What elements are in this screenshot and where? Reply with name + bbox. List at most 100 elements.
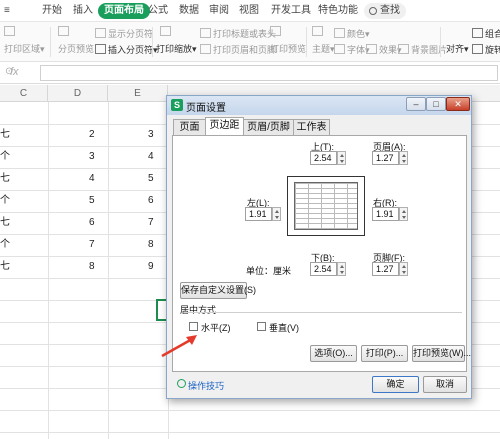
toolbar-separator — [50, 27, 51, 57]
print-preview-icon-button[interactable] — [270, 26, 283, 38]
top-margin-spinner[interactable] — [337, 151, 346, 165]
minimize-button[interactable]: – — [406, 97, 426, 111]
left-margin-spinner[interactable] — [272, 207, 281, 221]
bottom-margin-input[interactable]: 2.54 — [310, 262, 337, 276]
cell-c-4[interactable]: 七 — [0, 173, 10, 185]
ok-button[interactable]: 确定 — [372, 376, 419, 393]
cell-e-3[interactable]: 4 — [148, 151, 154, 163]
print-zoom-icon-button[interactable] — [160, 26, 173, 38]
rotate-icon — [472, 44, 483, 54]
theme-icon — [312, 26, 323, 36]
horizontal-center-label: 水平(Z) — [201, 323, 231, 333]
header-margin-input[interactable]: 1.27 — [372, 151, 399, 165]
cell-c-6[interactable]: 七 — [0, 217, 10, 229]
formula-input[interactable] — [40, 65, 498, 81]
print-titles-button[interactable]: 打印标题或表头 — [200, 28, 276, 40]
cell-c-8[interactable]: 七 — [0, 261, 10, 273]
tab-special-features[interactable]: 特色功能 — [318, 3, 358, 19]
theme-button[interactable]: 主题▾ — [312, 44, 335, 55]
tab-page-layout[interactable]: 页面布局 — [98, 3, 150, 19]
rotate-button[interactable]: 旋转 — [472, 44, 500, 56]
column-header-e[interactable]: E — [108, 85, 168, 102]
cell-d-3[interactable]: 3 — [89, 151, 95, 163]
tab-data[interactable]: 数据 — [179, 3, 199, 19]
cell-c-3[interactable]: 个 — [0, 151, 10, 163]
arrow-head — [186, 335, 197, 345]
print-zoom-label: 打印缩放 — [156, 44, 193, 54]
tab-home[interactable]: 开始 — [42, 3, 62, 19]
print-preview-button[interactable]: 打印预览(W)... — [412, 345, 471, 362]
cell-e-6[interactable]: 7 — [148, 217, 154, 229]
print-zoom-button[interactable]: 打印缩放▾ — [156, 44, 197, 55]
cell-e-8[interactable]: 9 — [148, 261, 154, 273]
tips-link[interactable]: 操作技巧 — [188, 379, 224, 392]
combine-icon — [472, 28, 483, 38]
tab-view[interactable]: 视图 — [239, 3, 259, 19]
font-button[interactable]: 字体▾ — [334, 44, 370, 56]
options-button[interactable]: 选项(O)... — [310, 345, 357, 362]
cell-c-5[interactable]: 个 — [0, 195, 10, 207]
cell-d-8[interactable]: 8 — [89, 261, 95, 273]
right-margin-input[interactable]: 1.91 — [372, 207, 399, 221]
search-button[interactable]: 查找 — [364, 3, 406, 19]
font-icon — [334, 44, 345, 54]
effect-button[interactable]: 效果▾ — [366, 44, 402, 56]
left-margin-input[interactable]: 1.91 — [245, 207, 272, 221]
cancel-button[interactable]: 取消 — [423, 376, 467, 393]
cell-d-2[interactable]: 2 — [89, 129, 95, 141]
bottom-margin-spinner[interactable] — [337, 262, 346, 276]
cell-d-4[interactable]: 4 — [89, 173, 95, 185]
footer-margin-input[interactable]: 1.27 — [372, 262, 399, 276]
right-margin-spinner[interactable] — [399, 207, 408, 221]
color-button[interactable]: 颜色▾ — [334, 28, 370, 40]
header-margin-spinner[interactable] — [399, 151, 408, 165]
dialog-title: 页面设置 — [186, 103, 226, 114]
page-break-preview-icon-button[interactable] — [58, 26, 71, 38]
column-header-d[interactable]: D — [48, 85, 108, 102]
maximize-button[interactable]: □ — [426, 97, 446, 111]
cell-c-7[interactable]: 个 — [0, 239, 10, 251]
tab-page[interactable]: 页面 — [173, 119, 206, 135]
tab-formulas[interactable]: 公式 — [148, 3, 168, 19]
print-preview-ribbon-button[interactable]: 打印预览 — [270, 44, 306, 55]
save-custom-settings-button[interactable]: 保存自定义设置(S) — [180, 282, 256, 299]
insert-page-break-button[interactable]: 插入分页符▾ — [95, 44, 158, 56]
cell-c-2[interactable]: 七 — [0, 129, 10, 141]
tab-margins[interactable]: 页边距 — [205, 117, 244, 136]
tab-insert[interactable]: 插入 — [73, 3, 93, 19]
cell-d-7[interactable]: 7 — [89, 239, 95, 251]
font-label: 字体 — [347, 45, 366, 55]
header-footer-icon — [200, 44, 211, 54]
print-area-button[interactable]: 打印区域▾ — [4, 44, 45, 55]
tab-developer[interactable]: 开发工具 — [271, 3, 311, 19]
top-margin-input[interactable]: 2.54 — [310, 151, 337, 165]
print-button[interactable]: 打印(P)... — [361, 345, 408, 362]
theme-label: 主题 — [312, 44, 331, 54]
close-button[interactable]: ✕ — [446, 97, 470, 111]
cell-d-5[interactable]: 5 — [89, 195, 95, 207]
theme-icon-button[interactable] — [312, 26, 325, 38]
title-icon — [200, 28, 211, 38]
tab-header-footer[interactable]: 页眉/页脚 — [243, 119, 294, 135]
app-logo-icon: S — [171, 99, 183, 111]
print-header-footer-button[interactable]: 打印页眉和页脚 — [200, 44, 276, 56]
footer-margin-spinner[interactable] — [399, 262, 408, 276]
toolbar-separator — [440, 27, 441, 57]
column-header-c[interactable]: C — [0, 85, 48, 102]
margin-icon-button[interactable] — [4, 26, 17, 38]
combine-button[interactable]: 组合 — [472, 28, 500, 40]
cell-e-4[interactable]: 5 — [148, 173, 154, 185]
show-page-break-button[interactable]: 显示分页符 — [95, 28, 153, 40]
cell-e-2[interactable]: 3 — [148, 129, 154, 141]
cell-d-6[interactable]: 6 — [89, 217, 95, 229]
cell-e-7[interactable]: 8 — [148, 239, 154, 251]
fx-icon[interactable]: fx — [10, 66, 19, 78]
page-break-preview-button[interactable]: 分页预览 — [58, 44, 94, 55]
ribbon-nav-back-icon[interactable]: ≡ — [4, 3, 10, 19]
align-button[interactable]: 对齐▾ — [446, 44, 469, 55]
tab-review[interactable]: 审阅 — [209, 3, 229, 19]
vertical-center-checkbox[interactable] — [257, 322, 266, 331]
cell-e-5[interactable]: 6 — [148, 195, 154, 207]
page-break-icon — [95, 44, 106, 54]
tab-sheet[interactable]: 工作表 — [293, 119, 330, 135]
